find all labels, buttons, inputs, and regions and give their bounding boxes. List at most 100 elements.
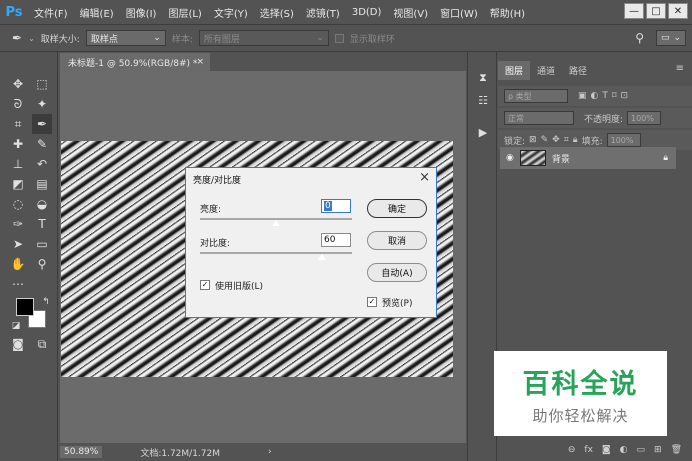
sample-select[interactable]: 所有图层 ⌄: [198, 30, 329, 46]
menu-bar: Ps 文件(F) 编辑(E) 图像(I) 图层(L) 文字(Y) 选择(S) 滤…: [0, 0, 692, 24]
tab-paths[interactable]: 路径: [562, 61, 594, 80]
ok-button[interactable]: 确定: [367, 199, 427, 218]
new-group-icon[interactable]: ▭: [637, 445, 646, 455]
screen-mode-icon[interactable]: ⧉: [32, 334, 52, 354]
path-selection-tool-icon[interactable]: ➤: [8, 234, 28, 254]
layer-row-background[interactable]: ◉ 背景 🔒︎: [500, 147, 676, 169]
zoom-level[interactable]: 50.89%: [60, 446, 103, 458]
delete-layer-icon[interactable]: 🗑︎: [671, 445, 682, 455]
blur-tool-icon[interactable]: ◌: [8, 194, 28, 214]
fill-input[interactable]: 100%: [606, 133, 641, 147]
history-panel-icon[interactable]: ⧗: [475, 70, 491, 86]
magic-wand-tool-icon[interactable]: ✦: [32, 94, 52, 114]
menu-3d[interactable]: 3D(D): [346, 7, 388, 18]
quick-mask-icon[interactable]: ◙: [8, 334, 28, 354]
brightness-slider-thumb[interactable]: [272, 220, 280, 226]
link-layers-icon[interactable]: ⊖: [568, 445, 576, 455]
status-menu-arrow-icon[interactable]: ›: [268, 447, 272, 457]
eyedropper-icon[interactable]: ✒: [12, 31, 22, 45]
use-legacy-checkbox[interactable]: ✓: [200, 280, 210, 290]
blend-mode-select[interactable]: 正常: [504, 111, 574, 125]
opacity-input[interactable]: 100%: [627, 111, 662, 125]
preview-checkbox[interactable]: ✓: [367, 297, 377, 307]
eraser-tool-icon[interactable]: ◩: [8, 174, 28, 194]
document-tab[interactable]: 未标题-1 @ 50.9%(RGB/8#) * ×: [60, 53, 210, 71]
close-tab-icon[interactable]: ×: [196, 57, 204, 67]
gradient-tool-icon[interactable]: ▤: [32, 174, 52, 194]
move-tool-icon[interactable]: ✥: [8, 74, 28, 94]
shape-tool-icon[interactable]: ▭: [32, 234, 52, 254]
lock-all-icon[interactable]: 🔒︎: [573, 135, 578, 145]
foreground-color-swatch[interactable]: [16, 298, 34, 316]
crop-tool-icon[interactable]: ⌗: [8, 114, 28, 134]
zoom-tool-icon[interactable]: ⚲: [32, 254, 52, 274]
brush-tool-icon[interactable]: ✎: [32, 134, 52, 154]
pen-tool-icon[interactable]: ✑: [8, 214, 28, 234]
document-info: 文档:1.72M/1.72M: [140, 448, 221, 459]
maximize-button[interactable]: □: [646, 3, 666, 19]
lock-move-icon[interactable]: ✥: [552, 135, 560, 145]
properties-panel-icon[interactable]: ☷: [475, 92, 491, 108]
brightness-contrast-dialog: 亮度/对比度 × 亮度: 0 对比度: 60 ✓ 使用旧版(L) 确定 取消 自…: [185, 167, 437, 318]
type-tool-icon[interactable]: T: [32, 214, 52, 234]
sample-size-select[interactable]: 取样点 ⌄: [85, 30, 166, 46]
menu-layer[interactable]: 图层(L): [162, 5, 207, 20]
lock-artboard-icon[interactable]: ⌗: [564, 135, 569, 145]
add-mask-icon[interactable]: ◙: [602, 445, 611, 455]
filter-adjustment-icon[interactable]: ◐: [591, 91, 599, 101]
lock-paint-icon[interactable]: ✎: [541, 135, 549, 145]
menu-edit[interactable]: 编辑(E): [74, 5, 120, 20]
status-bar: 50.89% 文档:1.72M/1.72M ›: [60, 443, 466, 461]
auto-button[interactable]: 自动(A): [367, 263, 427, 282]
menu-help[interactable]: 帮助(H): [484, 5, 531, 20]
close-button[interactable]: ✕: [668, 3, 688, 19]
hand-tool-icon[interactable]: ✋: [8, 254, 28, 274]
blend-mode-value: 正常: [508, 113, 524, 123]
menu-view[interactable]: 视图(V): [387, 5, 434, 20]
panel-menu-icon[interactable]: ≡: [676, 63, 684, 74]
contrast-input[interactable]: 60: [321, 233, 351, 247]
menu-image[interactable]: 图像(I): [120, 5, 163, 20]
lock-transparent-icon[interactable]: ⊠: [529, 135, 537, 145]
dodge-tool-icon[interactable]: ◒: [32, 194, 52, 214]
workspace-select[interactable]: ▭ ⌄: [656, 30, 686, 46]
filter-pixel-icon[interactable]: ▣: [578, 91, 587, 101]
tab-channels[interactable]: 通道: [530, 61, 562, 80]
tool-preset-chevron-icon[interactable]: ⌄: [28, 34, 35, 43]
photoshop-window: Ps 文件(F) 编辑(E) 图像(I) 图层(L) 文字(Y) 选择(S) 滤…: [0, 0, 692, 461]
dialog-body: 亮度: 0 对比度: 60 ✓ 使用旧版(L) 确定 取消 自动(A) ✓ 预览…: [186, 186, 436, 317]
visibility-eye-icon[interactable]: ◉: [506, 153, 514, 163]
menu-filter[interactable]: 滤镜(T): [300, 5, 346, 20]
marquee-tool-icon[interactable]: ⬚: [32, 74, 52, 94]
swap-colors-icon[interactable]: ↰: [36, 292, 56, 312]
filter-smart-icon[interactable]: ⊡: [621, 91, 629, 101]
filter-type-icon[interactable]: T: [602, 91, 608, 101]
menu-window[interactable]: 窗口(W): [434, 5, 484, 20]
menu-file[interactable]: 文件(F): [28, 5, 74, 20]
layer-style-icon[interactable]: fx: [584, 445, 593, 455]
new-layer-icon[interactable]: ⊞: [654, 445, 662, 455]
contrast-slider-track[interactable]: [200, 252, 352, 254]
layer-kind-filter[interactable]: ρ 类型: [504, 89, 568, 103]
actions-play-icon[interactable]: ▶: [475, 124, 491, 140]
cancel-button[interactable]: 取消: [367, 231, 427, 250]
adjustment-layer-icon[interactable]: ◐: [620, 445, 628, 455]
show-ring-checkbox[interactable]: [334, 33, 344, 43]
fill-label: 填充:: [581, 136, 603, 147]
filter-shape-icon[interactable]: ⌑: [612, 91, 617, 101]
search-icon[interactable]: ⚲: [635, 31, 644, 45]
menu-type[interactable]: 文字(Y): [208, 5, 254, 20]
clone-stamp-tool-icon[interactable]: ⊥: [8, 154, 28, 174]
history-brush-tool-icon[interactable]: ↶: [32, 154, 52, 174]
contrast-slider-thumb[interactable]: [317, 254, 326, 260]
minimize-button[interactable]: —: [624, 3, 644, 19]
lasso-tool-icon[interactable]: ᘐ: [8, 94, 28, 114]
brightness-input[interactable]: 0: [321, 199, 351, 213]
dialog-close-icon[interactable]: ×: [419, 170, 430, 185]
tab-layers[interactable]: 图层: [498, 61, 531, 80]
default-colors-icon[interactable]: ◪: [6, 316, 26, 336]
eyedropper-tool-icon[interactable]: ✒: [32, 114, 52, 134]
healing-brush-tool-icon[interactable]: ✚: [8, 134, 28, 154]
more-tools-icon[interactable]: ⋯: [8, 274, 28, 294]
menu-select[interactable]: 选择(S): [254, 5, 300, 20]
